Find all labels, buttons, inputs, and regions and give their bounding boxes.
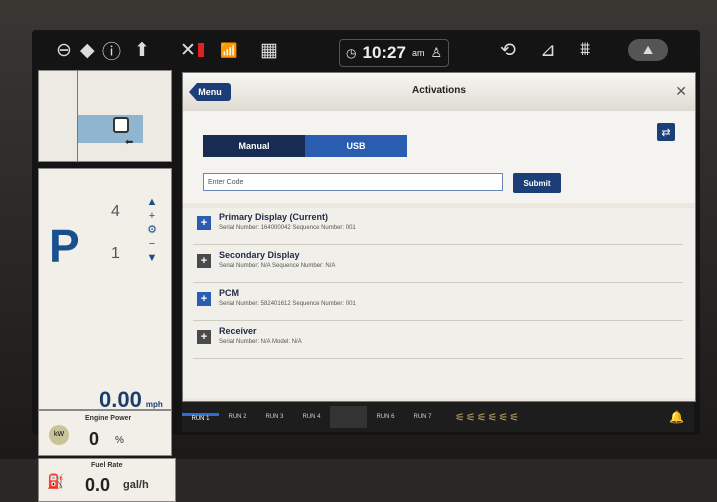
dialog-header: Menu Activations ✕ xyxy=(183,73,695,111)
item-subtitle: Serial Number: N/A Sequence Number: N/A xyxy=(219,263,336,269)
fuel-rate-panel: ⛽ Fuel Rate 0.0 gal/h xyxy=(38,458,176,502)
equipment-icon[interactable]: ⊿ xyxy=(540,36,556,64)
clock-time: 10:27 xyxy=(362,43,406,62)
activation-list: + Primary Display (Current) Serial Numbe… xyxy=(183,208,695,398)
item-title: PCM xyxy=(219,288,239,298)
gear-shift-control[interactable]: ▲ + ⚙ − ▼ xyxy=(145,195,159,267)
road-icon[interactable]: ⛰ xyxy=(628,39,668,61)
engine-power-value: 0 xyxy=(89,429,100,449)
usb-toggle-button[interactable]: USB xyxy=(305,135,407,157)
gear-down-value: 1 xyxy=(111,245,120,262)
diamond-direction-icon[interactable]: ◆ xyxy=(80,36,95,64)
engine-power-unit: % xyxy=(115,435,124,446)
up-arrow-icon[interactable]: ⬆ xyxy=(134,36,150,64)
tab-run-3[interactable]: RUN 3 xyxy=(256,414,293,420)
speed-number: 0.00 xyxy=(99,387,142,412)
transmission-panel: P 4 1 ▲ + ⚙ − ▼ 0.00 mph xyxy=(38,168,172,412)
item-title: Receiver xyxy=(219,326,257,336)
source-toggle: Manual USB xyxy=(203,135,407,157)
plus-icon: + xyxy=(197,330,211,344)
fuel-rate-value: 0.0 xyxy=(85,475,111,495)
item-title: Secondary Display xyxy=(219,250,300,260)
left-panel: ⬅ P 4 1 ▲ + ⚙ − ▼ 0.00 mph kW Engine Power 0 … xyxy=(38,70,176,502)
list-item[interactable]: + Secondary Display Serial Number: N/A S… xyxy=(193,246,683,283)
arrow-marker: ⬅ xyxy=(125,137,134,148)
grid-icon[interactable]: ▦ xyxy=(260,36,278,64)
clock-icon: ◷ xyxy=(346,46,357,60)
fuel-icon: ⛽ xyxy=(47,473,65,489)
submit-button[interactable]: Submit xyxy=(513,173,561,193)
tractor-icon[interactable]: ⩩ xyxy=(580,36,590,64)
fuel-rate-unit: gal/h xyxy=(123,479,149,491)
signal-icon: 📶 xyxy=(220,41,238,58)
close-icon[interactable]: ✕ xyxy=(675,83,687,100)
field-map[interactable]: ⬅ xyxy=(38,70,172,162)
info-icon[interactable]: ⓘ xyxy=(102,36,121,64)
fuel-rate-label: Fuel Rate xyxy=(91,462,123,469)
list-item[interactable]: + Primary Display (Current) Serial Numbe… xyxy=(193,208,683,245)
tools-warning-icon[interactable]: ✕ xyxy=(180,36,204,64)
status-bar: ⊖ ◆ ⓘ ⬆ ✕ 📶 ▦ ◷ 10:27 am ♙ ⟲ ⊿ ⩩ ⛰ xyxy=(32,30,700,70)
engine-icon: kW xyxy=(49,425,69,445)
gear-indicator: P xyxy=(49,220,80,272)
engine-power-panel: kW Engine Power 0 % xyxy=(38,410,172,456)
speed-unit: mph xyxy=(145,400,163,409)
dialog-title: Activations xyxy=(412,85,466,96)
plus-icon: + xyxy=(197,254,211,268)
plus-icon: + xyxy=(197,292,211,306)
plus-icon: + xyxy=(197,216,211,230)
code-input[interactable]: Enter Code xyxy=(203,173,503,191)
clock-ampm: am xyxy=(411,48,425,58)
clock[interactable]: ◷ 10:27 am ♙ xyxy=(339,39,450,67)
tab-run-1[interactable]: RUN 1 xyxy=(182,412,219,422)
bell-icon[interactable]: 🔔 xyxy=(669,410,684,424)
item-subtitle: Serial Number: 582401612 Sequence Number… xyxy=(219,301,356,307)
item-subtitle: Serial Number: N/A Model: N/A xyxy=(219,339,302,345)
tab-run-4[interactable]: RUN 4 xyxy=(293,414,330,420)
list-item[interactable]: + Receiver Serial Number: N/A Model: N/A xyxy=(193,322,683,359)
tab-run-2[interactable]: RUN 2 xyxy=(219,414,256,420)
activations-dialog: Menu Activations ✕ ⇄ Manual USB Enter Co… xyxy=(182,72,696,402)
item-title: Primary Display (Current) xyxy=(219,212,329,222)
tab-run-6[interactable]: RUN 6 xyxy=(367,414,404,420)
dialog-controls: ⇄ Manual USB Enter Code Submit xyxy=(183,111,695,203)
item-subtitle: Serial Number: 164000042 Sequence Number… xyxy=(219,225,356,231)
manual-toggle-button[interactable]: Manual xyxy=(203,135,305,157)
tab-run-5[interactable] xyxy=(330,406,367,428)
gear-up-value: 4 xyxy=(111,203,120,220)
tab-run-7[interactable]: RUN 7 xyxy=(404,414,441,420)
user-icon: ♙ xyxy=(430,45,443,60)
no-entry-icon[interactable]: ⊖ xyxy=(56,36,72,64)
steering-icon[interactable]: ⟲ xyxy=(500,36,516,64)
refresh-icon[interactable]: ⇄ xyxy=(657,123,675,141)
implement-sections-icon[interactable]: ⚟⚟⚟⚟⚟⚟ xyxy=(455,411,520,424)
map-line xyxy=(77,71,78,161)
run-tabs: RUN 1 RUN 2 RUN 3 RUN 4 RUN 6 RUN 7 ⚟⚟⚟⚟… xyxy=(182,402,694,432)
engine-power-label: Engine Power xyxy=(85,415,132,422)
tractor-marker xyxy=(113,117,129,133)
list-item[interactable]: + PCM Serial Number: 582401612 Sequence … xyxy=(193,284,683,321)
